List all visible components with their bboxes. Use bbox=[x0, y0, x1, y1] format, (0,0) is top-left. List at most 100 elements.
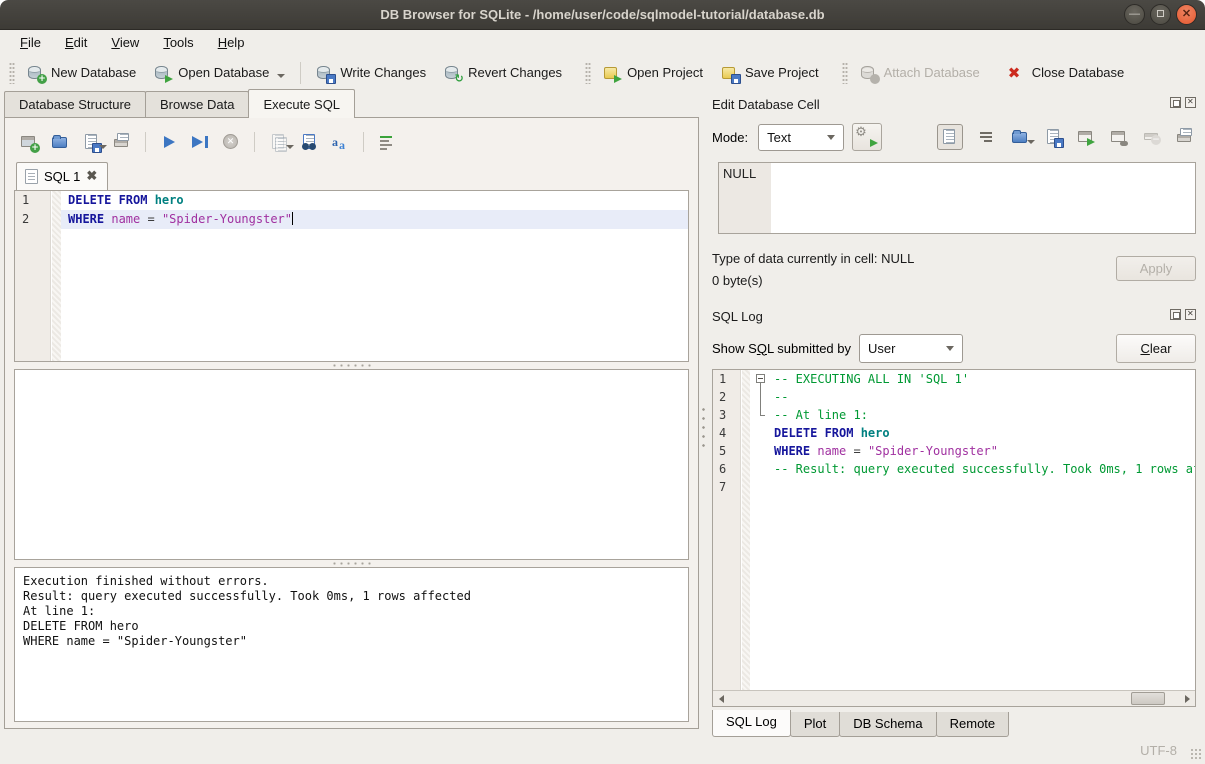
toolbar-drag-handle[interactable] bbox=[9, 62, 15, 84]
find-in-sql-icon[interactable] bbox=[300, 133, 318, 151]
format-sql-icon[interactable] bbox=[378, 133, 396, 151]
editor-code-area[interactable]: DELETE FROM hero WHERE name = "Spider-Yo… bbox=[61, 191, 688, 361]
write-changes-button[interactable]: Write Changes bbox=[307, 60, 435, 86]
toolbar-drag-handle[interactable] bbox=[842, 62, 848, 84]
sql-editor[interactable]: 1 2 DELETE FROM hero WHERE name = "Spide… bbox=[14, 190, 689, 362]
close-database-icon: ✖ bbox=[1008, 64, 1026, 82]
sql-log-filter-row: Show SQL submitted by User Clear bbox=[712, 331, 1196, 365]
results-grid-pane[interactable] bbox=[14, 369, 689, 560]
open-project-button[interactable]: Open Project bbox=[594, 60, 712, 86]
maximize-button[interactable] bbox=[1150, 4, 1171, 25]
attach-database-icon bbox=[860, 64, 878, 82]
log-line: -- EXECUTING ALL IN 'SQL 1' bbox=[750, 370, 1195, 388]
editor-margin bbox=[52, 191, 61, 361]
submitter-select[interactable]: User bbox=[859, 334, 963, 363]
results-message-splitter[interactable] bbox=[14, 560, 689, 567]
toolbar-drag-handle[interactable] bbox=[585, 62, 591, 84]
save-results-icon[interactable] bbox=[269, 133, 287, 151]
menu-help[interactable]: Help bbox=[208, 32, 255, 53]
dock-tab-db-schema[interactable]: DB Schema bbox=[839, 712, 936, 737]
menu-tools[interactable]: Tools bbox=[153, 32, 203, 53]
print-sql-icon[interactable] bbox=[113, 133, 131, 151]
log-line: WHERE name = "Spider-Youngster" bbox=[750, 442, 1195, 460]
tab-browse-data[interactable]: Browse Data bbox=[145, 91, 249, 118]
fold-collapse-icon[interactable] bbox=[756, 374, 765, 383]
dock-tab-plot[interactable]: Plot bbox=[790, 712, 840, 737]
dock-float-icon[interactable] bbox=[1170, 97, 1181, 108]
menu-edit[interactable]: Edit bbox=[55, 32, 97, 53]
tab-database-structure[interactable]: Database Structure bbox=[4, 91, 146, 118]
text-mode-toggle[interactable] bbox=[937, 124, 963, 150]
filter-label: Show SQL submitted by bbox=[712, 341, 851, 356]
clear-button[interactable]: Clear bbox=[1116, 334, 1196, 363]
dock-close-icon[interactable] bbox=[1185, 309, 1196, 320]
execute-current-line-icon[interactable] bbox=[191, 133, 209, 151]
export-to-file-icon[interactable] bbox=[1044, 128, 1062, 146]
log-line-number-gutter: 1 2 3 4 5 6 7 bbox=[713, 370, 741, 690]
close-database-button[interactable]: ✖ Close Database bbox=[999, 60, 1134, 86]
text-document-icon bbox=[941, 128, 959, 146]
log-line bbox=[750, 478, 1195, 496]
auto-completion-icon[interactable]: aa bbox=[331, 133, 349, 151]
open-url-icon[interactable] bbox=[1110, 128, 1128, 146]
save-sql-file-icon[interactable] bbox=[82, 133, 100, 151]
new-database-icon: + bbox=[27, 64, 45, 82]
menu-view[interactable]: View bbox=[101, 32, 149, 53]
new-database-button[interactable]: + New Database bbox=[18, 60, 145, 86]
sql-log-view[interactable]: 1 2 3 4 5 6 7 -- EXECUTING ALL IN 'SQL 1… bbox=[712, 369, 1196, 707]
editor-line-number-gutter: 1 2 bbox=[15, 191, 51, 361]
scroll-right-arrow[interactable] bbox=[1179, 691, 1195, 706]
word-wrap-icon[interactable] bbox=[978, 128, 996, 146]
stop-execution-icon[interactable]: ✕ bbox=[222, 133, 240, 151]
text-cursor bbox=[292, 212, 293, 225]
open-database-dropdown-caret[interactable] bbox=[277, 74, 285, 78]
import-from-file-icon[interactable] bbox=[1011, 128, 1029, 146]
tab-execute-sql[interactable]: Execute SQL bbox=[248, 89, 355, 118]
revert-changes-button[interactable]: ↻ Revert Changes bbox=[435, 60, 571, 86]
close-button[interactable]: ✕ bbox=[1176, 4, 1197, 25]
edit-cell-dock-header: Edit Database Cell bbox=[712, 92, 1196, 116]
dock-float-icon[interactable] bbox=[1170, 309, 1181, 320]
open-database-button[interactable]: Open Database bbox=[145, 60, 294, 86]
new-sql-tab-icon[interactable]: + bbox=[20, 133, 38, 151]
scroll-left-arrow[interactable] bbox=[713, 691, 729, 706]
print-cell-icon[interactable] bbox=[1176, 128, 1194, 146]
sql-doc-tab-label: SQL 1 bbox=[44, 169, 80, 184]
editor-results-splitter[interactable] bbox=[14, 362, 689, 369]
apply-button[interactable]: Apply bbox=[1116, 256, 1196, 281]
titlebar[interactable]: DB Browser for SQLite - /home/user/code/… bbox=[0, 0, 1205, 30]
save-project-icon bbox=[721, 64, 739, 82]
panel-splitter[interactable] bbox=[701, 405, 706, 453]
auto-mode-button[interactable]: ⚙ bbox=[852, 123, 882, 151]
cell-info-row: Type of data currently in cell: NULL 0 b… bbox=[712, 248, 1196, 292]
set-as-null-icon[interactable]: − bbox=[1143, 128, 1161, 146]
dock-tab-remote[interactable]: Remote bbox=[936, 712, 1010, 737]
sql-doc-tab[interactable]: SQL 1 ✖ bbox=[16, 162, 108, 190]
log-line: -- At line 1: bbox=[750, 406, 1195, 424]
menu-file[interactable]: File bbox=[10, 32, 51, 53]
open-sql-file-icon[interactable] bbox=[51, 133, 69, 151]
toolbar-separator bbox=[300, 62, 301, 84]
cell-size-info: 0 byte(s) bbox=[712, 270, 914, 292]
dock-tabbar: SQL Log Plot DB Schema Remote bbox=[712, 707, 1196, 737]
chevron-down-icon bbox=[827, 135, 835, 140]
open-in-external-icon[interactable] bbox=[1077, 128, 1095, 146]
maximize-icon bbox=[1157, 10, 1164, 17]
gear-icon: ⚙ bbox=[855, 125, 867, 141]
execute-all-icon[interactable] bbox=[160, 133, 178, 151]
encoding-indicator[interactable]: UTF-8 bbox=[1140, 743, 1177, 758]
execution-message-pane[interactable]: Execution finished without errors. Resul… bbox=[14, 567, 689, 722]
sql-doc-tab-close-icon[interactable]: ✖ bbox=[86, 168, 97, 184]
mode-select[interactable]: Text bbox=[758, 124, 844, 151]
scrollbar-thumb[interactable] bbox=[1131, 692, 1165, 705]
dock-close-icon[interactable] bbox=[1185, 97, 1196, 108]
save-project-button[interactable]: Save Project bbox=[712, 60, 828, 86]
log-horizontal-scrollbar[interactable] bbox=[713, 690, 1195, 706]
open-database-icon bbox=[154, 64, 172, 82]
minimize-button[interactable]: — bbox=[1124, 4, 1145, 25]
execute-sql-page: + ✕ aa bbox=[4, 117, 699, 729]
dock-tab-sql-log[interactable]: SQL Log bbox=[712, 710, 791, 737]
resize-grip[interactable] bbox=[1190, 748, 1202, 760]
cell-value-editor[interactable]: NULL bbox=[718, 162, 1196, 234]
attach-database-button[interactable]: Attach Database bbox=[851, 60, 989, 86]
